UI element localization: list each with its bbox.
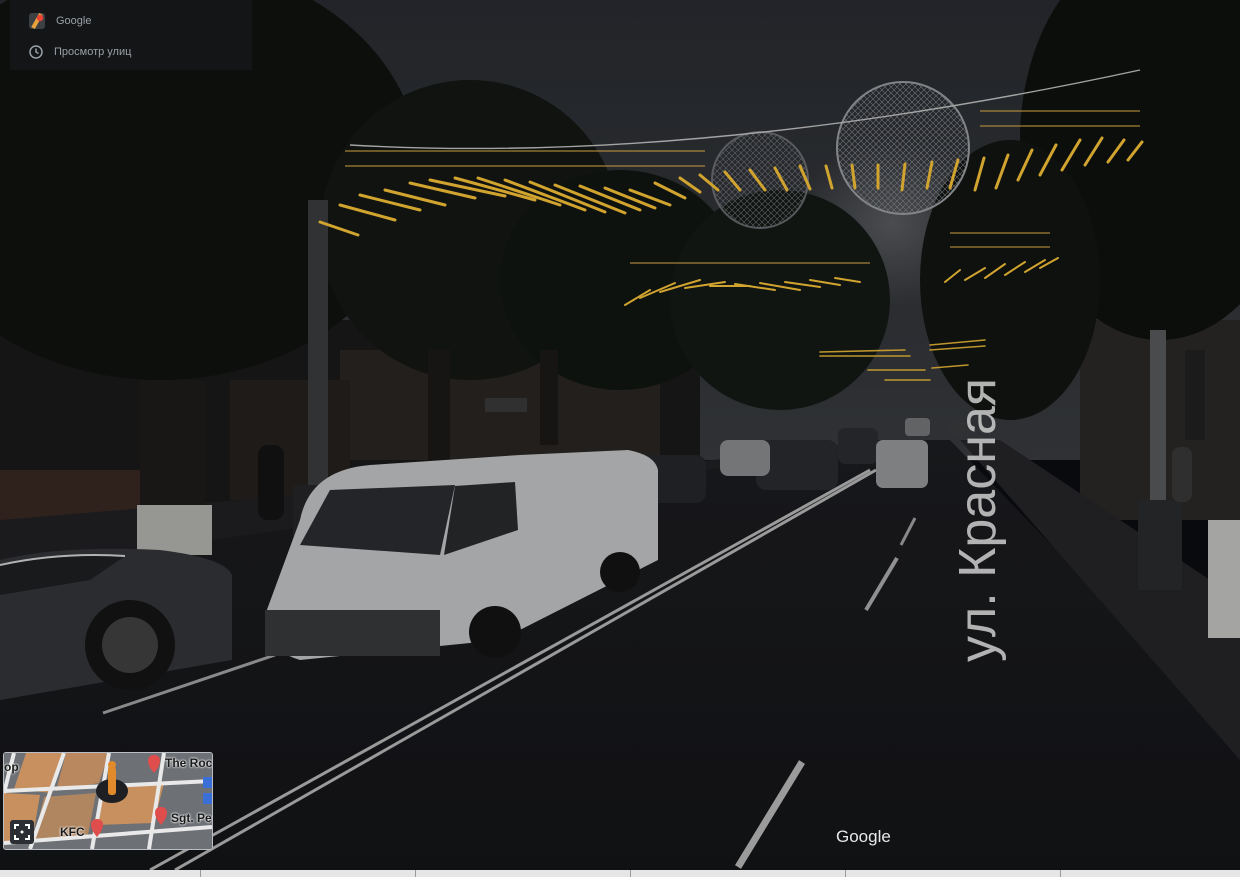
street-view-label: Просмотр улиц [54, 46, 132, 58]
brand-label: Google [56, 15, 92, 27]
mini-map-label: op [4, 760, 19, 774]
google-watermark: Google [836, 827, 891, 846]
street-name-label: ул. Красная [949, 378, 1007, 662]
mini-map-label: KFC [60, 825, 85, 839]
street-view-panorama[interactable]: ул. Красная [0, 0, 1240, 870]
transit-icon [203, 777, 212, 788]
mini-map-label: Sgt. Pe [171, 811, 212, 825]
brand-row[interactable]: Google [28, 12, 91, 30]
street-view-viewer[interactable]: ул. Красная Google Просмотр улиц op The … [0, 0, 1240, 877]
mini-map-label: The Roc [165, 756, 213, 770]
pegman-icon [108, 767, 116, 795]
expand-icon [14, 824, 30, 840]
strip-tick [845, 870, 846, 877]
bottom-strip [0, 870, 1240, 877]
info-panel: Google Просмотр улиц [10, 0, 252, 70]
transit-icon [203, 793, 212, 804]
expand-map-button[interactable] [10, 820, 34, 844]
street-view-row[interactable]: Просмотр улиц [28, 44, 131, 60]
strip-tick [1060, 870, 1061, 877]
strip-tick [200, 870, 201, 877]
scene-dim [0, 0, 1240, 870]
mini-map[interactable]: op The Roc KFC Sgt. Pe [3, 752, 213, 850]
strip-tick [415, 870, 416, 877]
google-maps-icon [29, 13, 45, 29]
strip-tick [630, 870, 631, 877]
history-clock-icon [29, 45, 43, 59]
